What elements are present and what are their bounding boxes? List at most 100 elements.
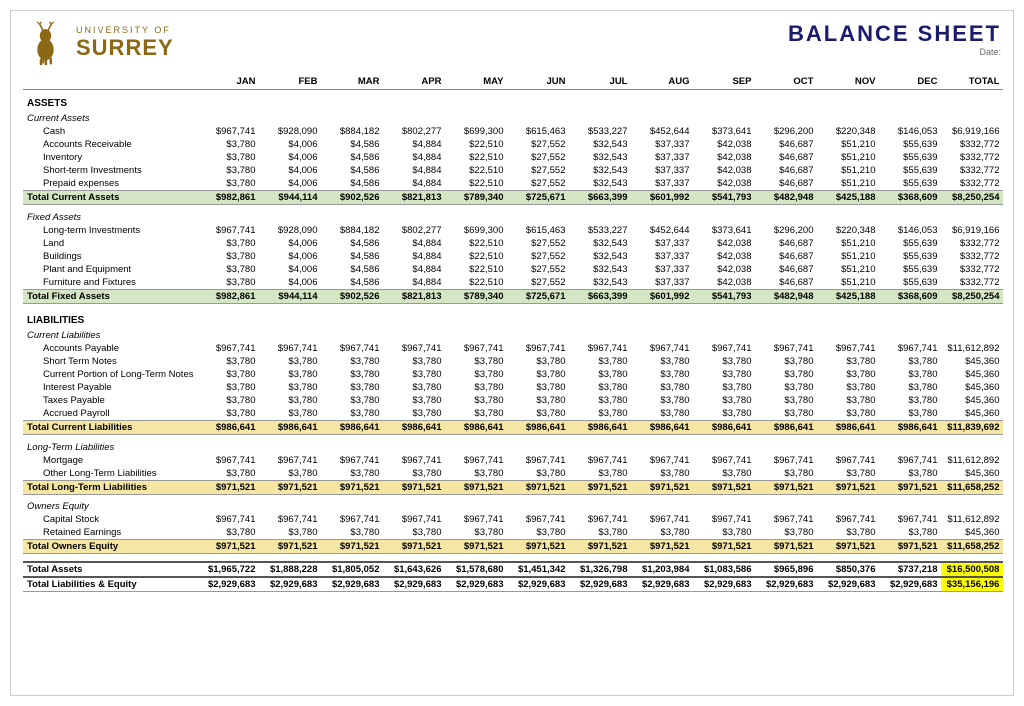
cell-value: $3,780 — [197, 381, 259, 394]
cell-value: $967,741 — [321, 342, 383, 355]
cell-value: $986,641 — [445, 421, 507, 435]
cell-value: $3,780 — [321, 368, 383, 381]
cell-value: $35,156,196 — [941, 577, 1003, 592]
cell-value: $55,639 — [879, 263, 941, 276]
cell-value: $967,741 — [817, 513, 879, 526]
cell-value: $51,210 — [817, 151, 879, 164]
cell-value: $601,992 — [631, 289, 693, 303]
table-row: Capital Stock$967,741$967,741$967,741$96… — [23, 513, 1003, 526]
row-label: Short Term Notes — [23, 355, 197, 368]
row-label: Accounts Receivable — [23, 138, 197, 151]
cell-value: $3,780 — [817, 368, 879, 381]
cell-value: $4,006 — [259, 276, 321, 290]
cell-value: $3,780 — [693, 407, 755, 421]
cell-value: $967,741 — [259, 513, 321, 526]
cell-value: $2,929,683 — [693, 577, 755, 592]
cell-value: $45,360 — [941, 467, 1003, 481]
cell-value: $4,006 — [259, 177, 321, 191]
cell-value: $3,780 — [569, 467, 631, 481]
cell-value: $601,992 — [631, 191, 693, 205]
cell-value: $3,780 — [631, 394, 693, 407]
page-title: BALANCE SHEET — [788, 21, 1001, 47]
cell-value: $46,687 — [755, 177, 817, 191]
cell-value: $967,741 — [507, 342, 569, 355]
row-label: Retained Earnings — [23, 526, 197, 540]
cell-value: $4,006 — [259, 237, 321, 250]
cell-value: $971,521 — [693, 540, 755, 554]
cell-value: $967,741 — [445, 513, 507, 526]
cell-value: $51,210 — [817, 138, 879, 151]
table-row: Taxes Payable$3,780$3,780$3,780$3,780$3,… — [23, 394, 1003, 407]
cell-value: $3,780 — [197, 263, 259, 276]
cell-value: $6,919,166 — [941, 125, 1003, 138]
section-header-row: LIABILITIES — [23, 307, 1003, 327]
cell-value: $425,188 — [817, 289, 879, 303]
cell-value: $2,929,683 — [817, 577, 879, 592]
cell-value: $967,741 — [817, 454, 879, 467]
cell-value: $3,780 — [321, 355, 383, 368]
cell-value: $46,687 — [755, 151, 817, 164]
cell-value: $42,038 — [693, 276, 755, 290]
cell-value: $45,360 — [941, 381, 1003, 394]
cell-value: $3,780 — [569, 526, 631, 540]
row-label: Inventory — [23, 151, 197, 164]
cell-value: $32,543 — [569, 237, 631, 250]
cell-value: $3,780 — [383, 381, 445, 394]
table-row: Prepaid expenses$3,780$4,006$4,586$4,884… — [23, 177, 1003, 191]
cell-value: $3,780 — [197, 237, 259, 250]
cell-value: $725,671 — [507, 289, 569, 303]
cell-value: $3,780 — [755, 467, 817, 481]
cell-value: $986,641 — [383, 421, 445, 435]
cell-value: $2,929,683 — [197, 577, 259, 592]
cell-value: $3,780 — [197, 164, 259, 177]
balance-sheet-table: JAN FEB MAR APR MAY JUN JUL AUG SEP OCT … — [23, 74, 1003, 592]
cell-value: $3,780 — [507, 467, 569, 481]
cell-value: $986,641 — [631, 421, 693, 435]
subsection-title: Current Liabilities — [23, 327, 1003, 342]
cell-value: $27,552 — [507, 250, 569, 263]
col-jun: JUN — [507, 74, 569, 90]
cell-value: $3,780 — [569, 355, 631, 368]
cell-value: $1,888,228 — [259, 562, 321, 577]
cell-value: $3,780 — [631, 381, 693, 394]
cell-value: $971,521 — [507, 540, 569, 554]
cell-value: $2,929,683 — [507, 577, 569, 592]
cell-value: $986,641 — [755, 421, 817, 435]
row-label: Plant and Equipment — [23, 263, 197, 276]
cell-value: $967,741 — [879, 513, 941, 526]
cell-value: $986,641 — [693, 421, 755, 435]
cell-value: $967,741 — [507, 454, 569, 467]
cell-value: $37,337 — [631, 263, 693, 276]
cell-value: $55,639 — [879, 276, 941, 290]
col-dec: DEC — [879, 74, 941, 90]
col-jan: JAN — [197, 74, 259, 90]
table-row: Retained Earnings$3,780$3,780$3,780$3,78… — [23, 526, 1003, 540]
cell-value: $452,644 — [631, 224, 693, 237]
cell-value: $967,741 — [259, 342, 321, 355]
cell-value: $3,780 — [879, 467, 941, 481]
cell-value: $3,780 — [631, 368, 693, 381]
cell-value: $37,337 — [631, 151, 693, 164]
deer-logo-icon — [23, 21, 68, 66]
logo-surrey: SURREY — [76, 36, 174, 60]
cell-value: $51,210 — [817, 276, 879, 290]
row-label: Accounts Payable — [23, 342, 197, 355]
cell-value: $27,552 — [507, 237, 569, 250]
cell-value: $3,780 — [755, 355, 817, 368]
cell-value: $3,780 — [197, 394, 259, 407]
cell-value: $32,543 — [569, 276, 631, 290]
cell-value: $482,948 — [755, 289, 817, 303]
cell-value: $3,780 — [383, 368, 445, 381]
cell-value: $3,780 — [259, 355, 321, 368]
cell-value: $3,780 — [507, 394, 569, 407]
cell-value: $27,552 — [507, 177, 569, 191]
cell-value: $37,337 — [631, 138, 693, 151]
cell-value: $971,521 — [569, 540, 631, 554]
cell-value: $1,643,626 — [383, 562, 445, 577]
cell-value: $3,780 — [507, 368, 569, 381]
row-label: Total Current Liabilities — [23, 421, 197, 435]
cell-value: $971,521 — [879, 540, 941, 554]
cell-value: $3,780 — [507, 407, 569, 421]
cell-value: $1,578,680 — [445, 562, 507, 577]
cell-value: $4,884 — [383, 177, 445, 191]
